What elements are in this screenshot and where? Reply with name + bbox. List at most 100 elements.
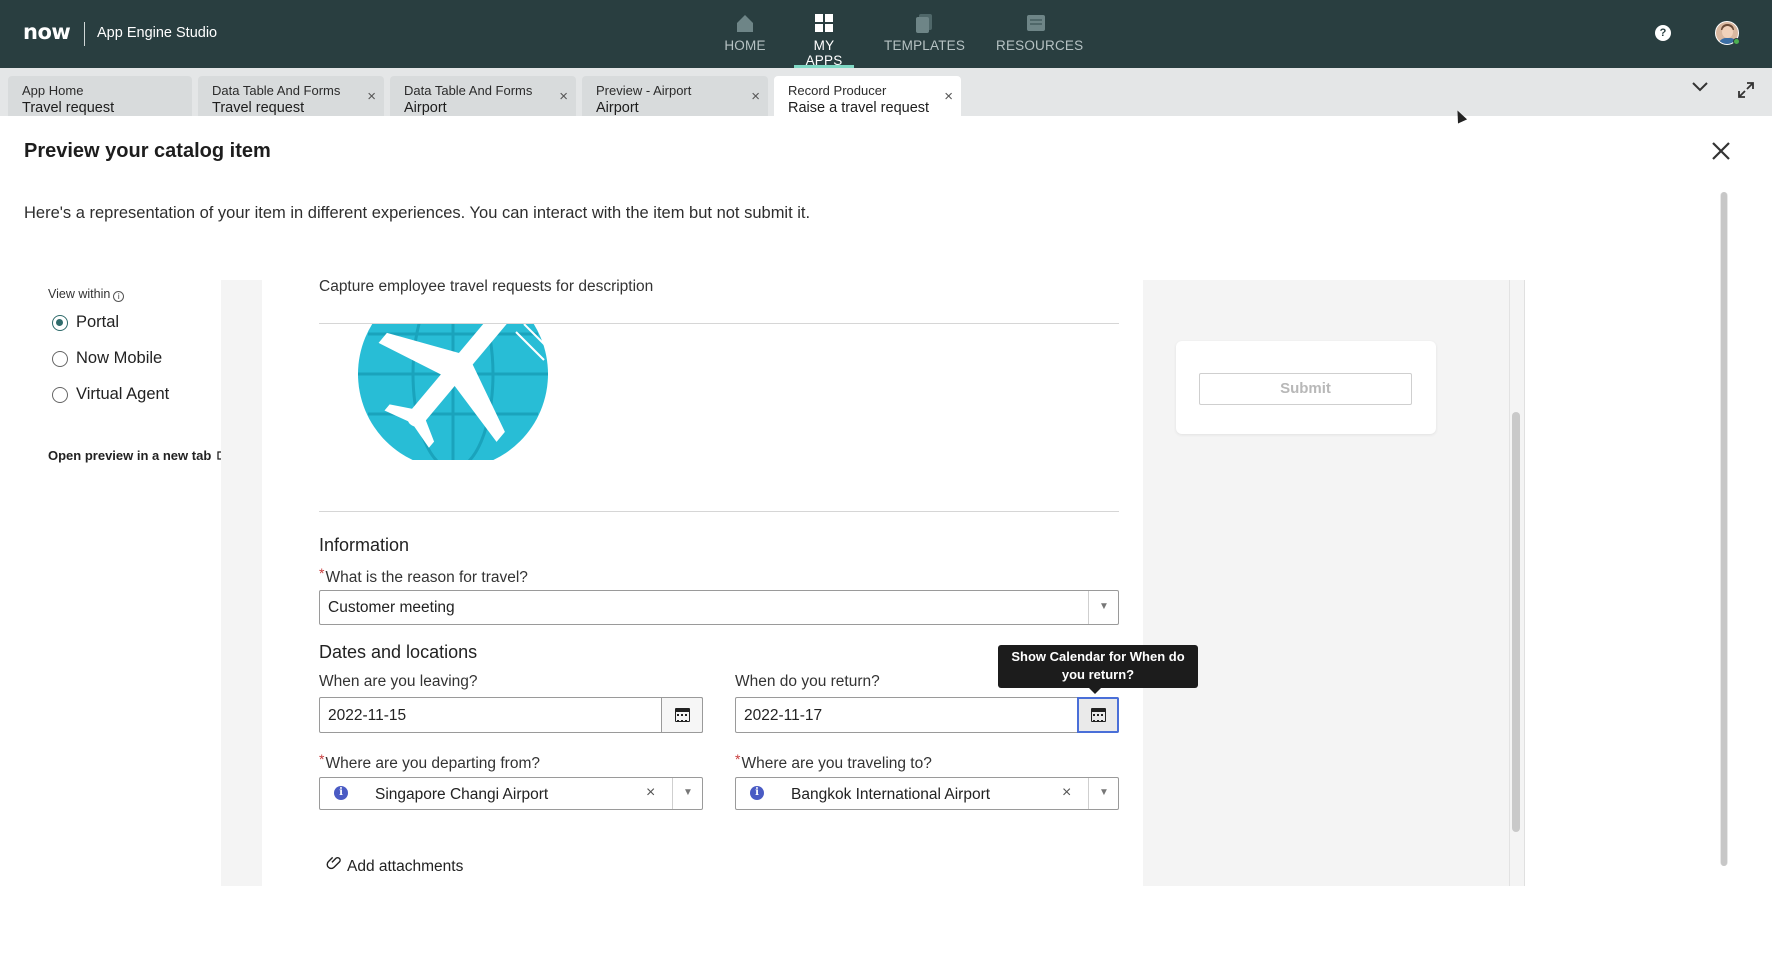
avatar-face bbox=[1722, 26, 1733, 38]
close-tab-icon[interactable]: × bbox=[944, 88, 953, 105]
calendar-tooltip: Show Calendar for When do you return? bbox=[998, 645, 1198, 694]
tab-subtitle: Travel request bbox=[22, 100, 115, 116]
info-icon[interactable]: i bbox=[334, 786, 348, 800]
dropdown-arrow-icon[interactable]: ▼ bbox=[1099, 601, 1109, 612]
calendar-icon bbox=[675, 708, 690, 722]
departing-label-text: Where are you departing from? bbox=[325, 755, 540, 772]
preview-scrollbar[interactable] bbox=[1512, 412, 1520, 832]
tab-title: Data Table And Forms bbox=[212, 83, 341, 98]
templates-icon bbox=[916, 14, 932, 33]
radio-label: Virtual Agent bbox=[76, 385, 170, 403]
tab-subtitle: Raise a travel request bbox=[788, 100, 930, 116]
modal-scrollbar-thumb[interactable] bbox=[1721, 192, 1727, 866]
home-icon bbox=[737, 15, 753, 32]
close-tab-icon[interactable]: × bbox=[751, 88, 760, 105]
return-date-input[interactable]: 2022-11-17 bbox=[735, 697, 1119, 733]
close-icon[interactable] bbox=[1707, 138, 1735, 166]
radio-button[interactable] bbox=[52, 387, 68, 403]
modal-title: Preview your catalog item bbox=[24, 140, 271, 162]
top-navigation: now App Engine Studio HOME MY APPS TEMPL… bbox=[0, 0, 1772, 68]
leaving-date-input[interactable]: 2022-11-15 bbox=[319, 697, 703, 733]
tab-title: Record Producer bbox=[788, 83, 887, 98]
reason-value: Customer meeting bbox=[328, 599, 455, 616]
close-tab-icon[interactable]: × bbox=[367, 88, 376, 105]
modal-description: Here's a representation of your item in … bbox=[24, 204, 811, 222]
tab-data-table-airport[interactable]: Data Table And Forms Airport × bbox=[390, 76, 576, 116]
section-information-title: Information bbox=[319, 535, 410, 555]
radio-button[interactable] bbox=[52, 315, 68, 331]
item-description: Capture employee travel requests for des… bbox=[319, 278, 654, 295]
tab-record-producer[interactable]: Record Producer Raise a travel request × bbox=[774, 76, 961, 116]
nav-my-apps-label: MY APPS bbox=[805, 38, 843, 68]
traveling-label-text: Where are you traveling to? bbox=[741, 755, 932, 772]
info-icon[interactable]: i bbox=[750, 786, 764, 800]
return-calendar-button[interactable] bbox=[1077, 697, 1119, 733]
modal-scrollbar[interactable] bbox=[1720, 192, 1728, 866]
reason-label: *What is the reason for travel? bbox=[319, 565, 528, 587]
add-attachments-button[interactable]: Add attachments bbox=[325, 855, 463, 876]
tab-subtitle: Travel request bbox=[212, 100, 305, 116]
nav-templates-label: TEMPLATES bbox=[884, 38, 966, 53]
nav-my-apps[interactable]: MY APPS bbox=[794, 12, 854, 68]
dropdown-arrow-icon[interactable]: ▼ bbox=[1099, 787, 1109, 798]
tab-app-home[interactable]: App Home Travel request bbox=[8, 76, 192, 116]
clear-icon[interactable]: × bbox=[1062, 784, 1071, 802]
radio-button[interactable] bbox=[52, 351, 68, 367]
return-date-value: 2022-11-17 bbox=[744, 707, 823, 724]
info-icon[interactable]: i bbox=[113, 291, 125, 302]
tab-title: Preview - Airport bbox=[596, 83, 692, 98]
traveling-label: *Where are you traveling to? bbox=[735, 751, 932, 773]
departing-label: *Where are you departing from? bbox=[319, 751, 540, 773]
reason-select[interactable]: Customer meeting ▼ bbox=[319, 590, 1119, 625]
grid-icon bbox=[815, 14, 833, 32]
return-label: When do you return? bbox=[735, 673, 880, 690]
frame-divider bbox=[1509, 280, 1510, 886]
select-divider bbox=[1088, 778, 1089, 809]
help-icon[interactable]: ? bbox=[1655, 25, 1671, 41]
submit-button[interactable]: Submit bbox=[1199, 373, 1412, 405]
app-name: App Engine Studio bbox=[97, 25, 218, 41]
traveling-reference-field[interactable]: i Bangkok International Airport × ▼ bbox=[735, 777, 1119, 810]
leaving-date-value: 2022-11-15 bbox=[328, 707, 407, 724]
nav-home-label: HOME bbox=[724, 38, 766, 53]
add-attachments-label: Add attachments bbox=[347, 858, 464, 875]
section-dates-title: Dates and locations bbox=[319, 642, 478, 662]
nav-resources[interactable]: RESOURCES bbox=[996, 12, 1083, 68]
tab-subtitle: Airport bbox=[596, 100, 639, 116]
radio-label: Portal bbox=[76, 313, 120, 331]
required-mark: * bbox=[735, 751, 741, 767]
close-tab-icon[interactable]: × bbox=[559, 88, 568, 105]
reason-label-text: What is the reason for travel? bbox=[325, 569, 528, 586]
leaving-calendar-button[interactable] bbox=[661, 697, 703, 733]
tab-preview-airport[interactable]: Preview - Airport Airport × bbox=[582, 76, 768, 116]
nav-resources-label: RESOURCES bbox=[996, 38, 1084, 53]
globe-airplane-image bbox=[358, 324, 550, 460]
tab-subtitle: Airport bbox=[404, 100, 447, 116]
nav-templates[interactable]: TEMPLATES bbox=[884, 12, 966, 68]
traveling-value: Bangkok International Airport bbox=[791, 786, 991, 803]
select-divider bbox=[1088, 591, 1089, 624]
tab-title: Data Table And Forms bbox=[404, 83, 533, 98]
required-mark: * bbox=[319, 565, 325, 581]
open-preview-link[interactable]: Open preview in a new tab bbox=[48, 448, 228, 463]
divider bbox=[319, 511, 1119, 512]
tab-title: App Home bbox=[22, 83, 84, 98]
presence-indicator bbox=[1733, 38, 1740, 45]
nav-home[interactable]: HOME bbox=[715, 12, 775, 68]
dropdown-arrow-icon[interactable]: ▼ bbox=[683, 787, 693, 798]
view-within-label: View within i bbox=[48, 287, 125, 302]
expand-icon[interactable] bbox=[1736, 80, 1756, 105]
tabs-bar: App Home Travel request Data Table And F… bbox=[0, 68, 1772, 116]
logo-divider bbox=[84, 22, 85, 46]
now-logo[interactable]: now bbox=[23, 20, 71, 44]
required-mark: * bbox=[319, 751, 325, 767]
open-preview-text: Open preview in a new tab bbox=[48, 448, 212, 463]
calendar-icon bbox=[1091, 708, 1106, 722]
clear-icon[interactable]: × bbox=[646, 784, 655, 802]
select-divider bbox=[672, 778, 673, 809]
chevron-down-icon[interactable] bbox=[1690, 80, 1710, 99]
departing-value: Singapore Changi Airport bbox=[375, 786, 549, 803]
tab-data-table-travel[interactable]: Data Table And Forms Travel request × bbox=[198, 76, 384, 116]
resources-icon bbox=[1027, 15, 1045, 31]
departing-reference-field[interactable]: i Singapore Changi Airport × ▼ bbox=[319, 777, 703, 810]
